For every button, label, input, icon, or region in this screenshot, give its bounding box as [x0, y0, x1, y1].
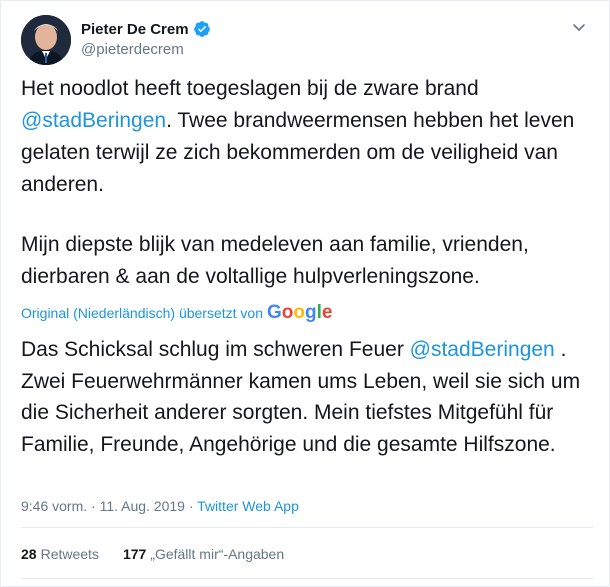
google-logo: Google — [267, 302, 333, 323]
author-handle[interactable]: @pieterdecrem — [81, 41, 184, 58]
avatar-photo-icon — [21, 15, 71, 65]
mention-link[interactable]: @stadBeringen — [21, 109, 166, 132]
author-name[interactable]: Pieter De Crem — [81, 21, 189, 38]
avatar[interactable] — [21, 15, 71, 65]
chevron-down-icon[interactable] — [571, 19, 587, 35]
tweet-date[interactable]: 11. Aug. 2019 — [100, 498, 185, 514]
tweet-card: Pieter De Crem @pieterdecrem Het noodlot… — [0, 0, 610, 587]
tweet-text-paragraph-1: Het noodlot heeft toegeslagen bij de zwa… — [21, 73, 601, 201]
likes-stat[interactable]: 177 „Gefällt mir“-Angaben — [123, 546, 284, 562]
retweets-stat[interactable]: 28 Retweets — [21, 546, 99, 562]
verified-badge-icon — [193, 21, 210, 37]
tweet-meta: 9:46 vorm. · 11. Aug. 2019 · Twitter Web… — [21, 498, 299, 514]
tweet-text-paragraph-2: Mijn diepste blijk van medeleven aan fam… — [21, 233, 529, 288]
meta-separator: · — [91, 498, 96, 514]
divider — [21, 578, 593, 579]
translated-text: Das Schicksal schlug im schweren Feuer @… — [21, 334, 601, 460]
retweets-label: Retweets — [40, 546, 99, 562]
author-name-row[interactable]: Pieter De Crem — [81, 20, 211, 38]
likes-label: „Gefällt mir“-Angaben — [150, 546, 285, 562]
translated-text-pre: Das Schicksal schlug im schweren Feuer — [21, 338, 410, 361]
translated-mention-link[interactable]: @stadBeringen — [410, 338, 555, 361]
retweets-count: 28 — [21, 546, 37, 562]
tweet-text-pre: Het noodlot heeft toegeslagen bij de zwa… — [21, 77, 479, 100]
likes-count: 177 — [122, 546, 147, 562]
tweet-source-link[interactable]: Twitter Web App — [197, 498, 299, 514]
tweet-stats: 28 Retweets 177 „Gefällt mir“-Angaben — [21, 546, 284, 562]
meta-separator: · — [188, 498, 194, 514]
translation-notice[interactable]: Original (Niederländisch) übersetzt von … — [21, 302, 332, 324]
translation-notice-text: Original (Niederländisch) übersetzt von — [21, 305, 263, 321]
divider — [21, 527, 593, 528]
tweet-time[interactable]: 9:46 vorm. — [21, 498, 87, 514]
